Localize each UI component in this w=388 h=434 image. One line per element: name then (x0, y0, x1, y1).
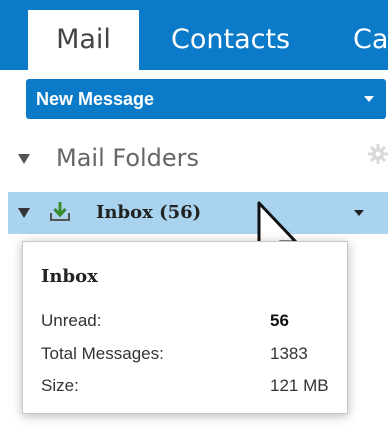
expand-triangle-icon[interactable] (18, 208, 30, 218)
total-messages-value: 1383 (270, 344, 308, 363)
unread-label: Unread: (41, 311, 102, 330)
new-message-button[interactable]: New Message (26, 79, 386, 119)
tab-mail[interactable]: Mail (28, 10, 139, 70)
size-value: 121 MB (270, 376, 329, 395)
tooltip-row-size: Size: 121 MB (41, 376, 341, 400)
tab-contacts[interactable]: Contacts (171, 10, 290, 70)
tab-calendar[interactable]: Ca (353, 10, 388, 70)
chevron-down-icon[interactable] (364, 96, 374, 102)
mail-folders-header[interactable]: Mail Folders (18, 140, 388, 176)
tooltip-row-unread: Unread: 56 (41, 311, 341, 335)
inbox-label: Inbox (56) (96, 202, 202, 223)
mail-folders-label: Mail Folders (56, 144, 200, 172)
top-tab-bar: Mail Contacts Ca (0, 0, 388, 70)
download-icon (50, 202, 70, 221)
inbox-info-tooltip: Inbox Unread: 56 Total Messages: 1383 Si… (22, 241, 348, 414)
unread-value: 56 (270, 311, 289, 330)
size-label: Size: (41, 376, 79, 395)
chevron-down-icon[interactable] (354, 210, 364, 216)
total-messages-label: Total Messages: (41, 344, 164, 363)
gear-icon[interactable] (366, 142, 388, 166)
folder-item-inbox[interactable]: Inbox (56) (8, 192, 388, 234)
tooltip-title: Inbox (41, 266, 98, 287)
new-message-label: New Message (36, 89, 155, 109)
collapse-triangle-icon[interactable] (18, 154, 30, 164)
tooltip-row-total-messages: Total Messages: 1383 (41, 344, 341, 368)
